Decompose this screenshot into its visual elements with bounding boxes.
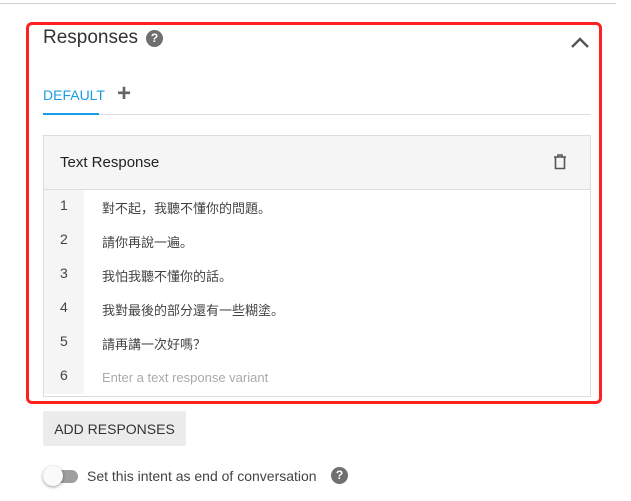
chevron-up-icon[interactable] [570, 34, 590, 50]
section-title: Responses [43, 27, 139, 48]
response-input[interactable]: Enter a text response variant [84, 370, 268, 385]
card-title: Text Response [60, 154, 160, 171]
text-response-card: Text Response 1 對不起，我聽不懂你的問題。 2 請你再說一遍。 3 我怕我… [43, 135, 591, 397]
row-number: 4 [44, 292, 84, 326]
response-row[interactable]: 4 我對最後的部分還有一些糊塗。 [44, 292, 590, 326]
response-row[interactable]: 2 請你再說一遍。 [44, 224, 590, 258]
response-row[interactable]: 5 請再講一次好嗎？ [44, 326, 590, 360]
response-text[interactable]: 我怕我聽不懂你的話。 [84, 266, 232, 285]
row-number: 3 [44, 258, 84, 292]
help-icon[interactable]: ? [146, 30, 163, 47]
add-responses-button[interactable]: ADD RESPONSES [43, 411, 186, 446]
end-conversation-label: Set this intent as end of conversation [87, 468, 317, 484]
row-number: 5 [44, 326, 84, 360]
help-icon[interactable]: ? [331, 467, 348, 484]
new-response-row[interactable]: 6 Enter a text response variant [44, 360, 590, 394]
row-number: 6 [44, 360, 84, 394]
response-row[interactable]: 3 我怕我聽不懂你的話。 [44, 258, 590, 292]
tab-divider [43, 114, 591, 115]
response-text[interactable]: 請你再說一遍。 [84, 232, 193, 251]
tab-indicator [43, 113, 99, 115]
response-text[interactable]: 請再講一次好嗎？ [84, 334, 206, 353]
tab-default[interactable]: DEFAULT [43, 87, 105, 103]
divider [0, 3, 616, 4]
trash-icon[interactable] [553, 154, 567, 170]
add-tab-icon[interactable]: + [117, 80, 131, 108]
end-conversation-toggle[interactable] [43, 466, 78, 486]
row-number: 2 [44, 224, 84, 258]
response-text[interactable]: 我對最後的部分還有一些糊塗。 [84, 300, 284, 319]
response-row[interactable]: 1 對不起，我聽不懂你的問題。 [44, 190, 590, 224]
row-number: 1 [44, 190, 84, 224]
response-text[interactable]: 對不起，我聽不懂你的問題。 [84, 198, 271, 217]
